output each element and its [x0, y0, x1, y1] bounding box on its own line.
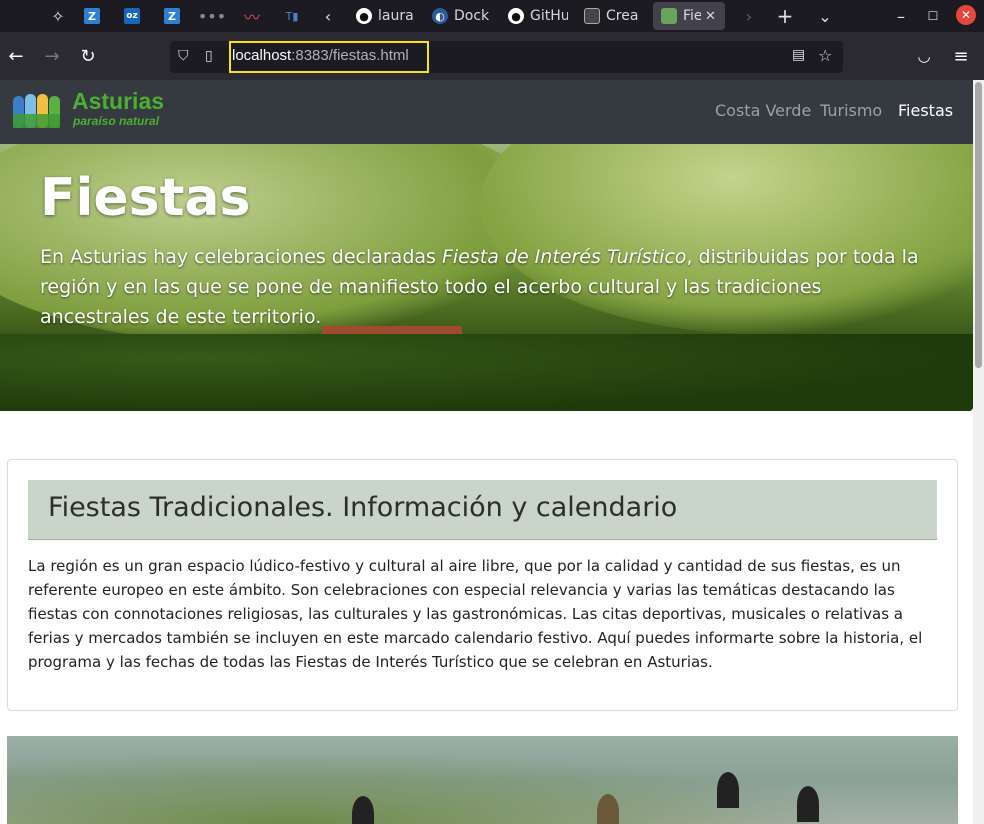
pinned-tab-dots-icon[interactable]: •••: [198, 0, 226, 32]
browser-tab-bar: ✧ Z oz Z ••• 〰 T▮ ‹ ● laura ◐ Dock ● Git…: [0, 0, 984, 32]
tab-fiestas-active[interactable]: Fie ✕: [653, 2, 725, 30]
tab-list-chevron-icon[interactable]: ⌄: [811, 0, 839, 32]
pinned-tab-z2-icon[interactable]: Z: [158, 0, 186, 32]
dancers-photo: [7, 736, 958, 824]
minimize-icon[interactable]: –: [887, 0, 915, 32]
card-body-text: La región es un gran espacio lúdico-fest…: [28, 557, 923, 671]
url-path: :8383/fiestas.html: [291, 47, 409, 64]
site-icon: [661, 8, 677, 24]
logo-title[interactable]: Asturias: [72, 88, 164, 115]
tab-label: Fie: [683, 8, 701, 24]
page-info-icon[interactable]: ▯: [205, 48, 213, 64]
tab-scroll-left-icon[interactable]: ‹: [314, 0, 342, 32]
reload-icon[interactable]: ↻: [72, 32, 104, 80]
tab-scroll-right-icon[interactable]: ›: [735, 0, 763, 32]
logo-subtitle: paraíso natural: [73, 114, 160, 128]
hero-text-part: En Asturias hay celebraciones declaradas: [40, 246, 442, 268]
hero-text-italic: Fiesta de Interés Turístico: [441, 246, 687, 268]
photo-dancer: [597, 794, 619, 824]
firefox-icon[interactable]: ✧: [44, 0, 72, 32]
reader-view-icon[interactable]: ▤: [792, 47, 805, 63]
maximize-icon[interactable]: ☐: [919, 0, 947, 32]
hero-image-trees: [0, 334, 973, 411]
tab-label: GitHu: [530, 8, 568, 24]
tab-label: Dock: [454, 8, 490, 24]
hero-title: Fiestas: [40, 168, 251, 228]
nav-link-turismo[interactable]: Turismo: [820, 101, 882, 120]
shield-icon[interactable]: ⛉: [178, 48, 189, 64]
pinned-tab-wave-icon[interactable]: 〰: [238, 0, 266, 32]
pinned-tab-outlook-icon[interactable]: oz: [118, 0, 146, 32]
back-arrow-icon[interactable]: ←: [0, 32, 32, 80]
menu-hamburger-icon[interactable]: ≡: [945, 32, 977, 80]
nav-link-costa-verde[interactable]: Costa Verde: [715, 101, 811, 120]
window-close-icon[interactable]: ✕: [956, 5, 976, 25]
pocket-icon[interactable]: ◡: [908, 32, 940, 80]
url-host: localhost: [232, 47, 292, 64]
bookmark-star-icon[interactable]: ☆: [818, 46, 832, 65]
tab-label: laura: [378, 8, 414, 24]
tab-label: Crea: [606, 8, 639, 24]
forward-arrow-icon[interactable]: →: [36, 32, 68, 80]
tab-laura[interactable]: ● laura: [356, 0, 416, 32]
card-title: Fiestas Tradicionales. Información y cal…: [48, 492, 678, 523]
asturias-logo-icon[interactable]: [12, 92, 62, 130]
pinned-tab-trello-icon[interactable]: T▮: [278, 0, 306, 32]
photo-dancer: [797, 786, 819, 822]
close-tab-icon[interactable]: ✕: [705, 9, 716, 24]
page-icon: [584, 8, 600, 24]
url-text[interactable]: localhost:8383/fiestas.html: [232, 47, 409, 64]
hero-text: En Asturias hay celebraciones declaradas…: [40, 242, 920, 332]
photo-dancer: [352, 796, 374, 824]
photo-dancer: [717, 772, 739, 808]
tab-crea[interactable]: Crea: [584, 0, 644, 32]
new-tab-icon[interactable]: +: [771, 0, 799, 32]
tab-github[interactable]: ● GitHu: [508, 0, 568, 32]
github-icon: ●: [508, 8, 524, 24]
pinned-tab-z-icon[interactable]: Z: [78, 0, 106, 32]
github-icon: ●: [356, 8, 372, 24]
nav-link-fiestas[interactable]: Fiestas: [898, 101, 953, 120]
tab-docker[interactable]: ◐ Dock: [432, 0, 492, 32]
docker-icon: ◐: [432, 8, 448, 24]
page-scrollbar-thumb[interactable]: [975, 82, 982, 368]
